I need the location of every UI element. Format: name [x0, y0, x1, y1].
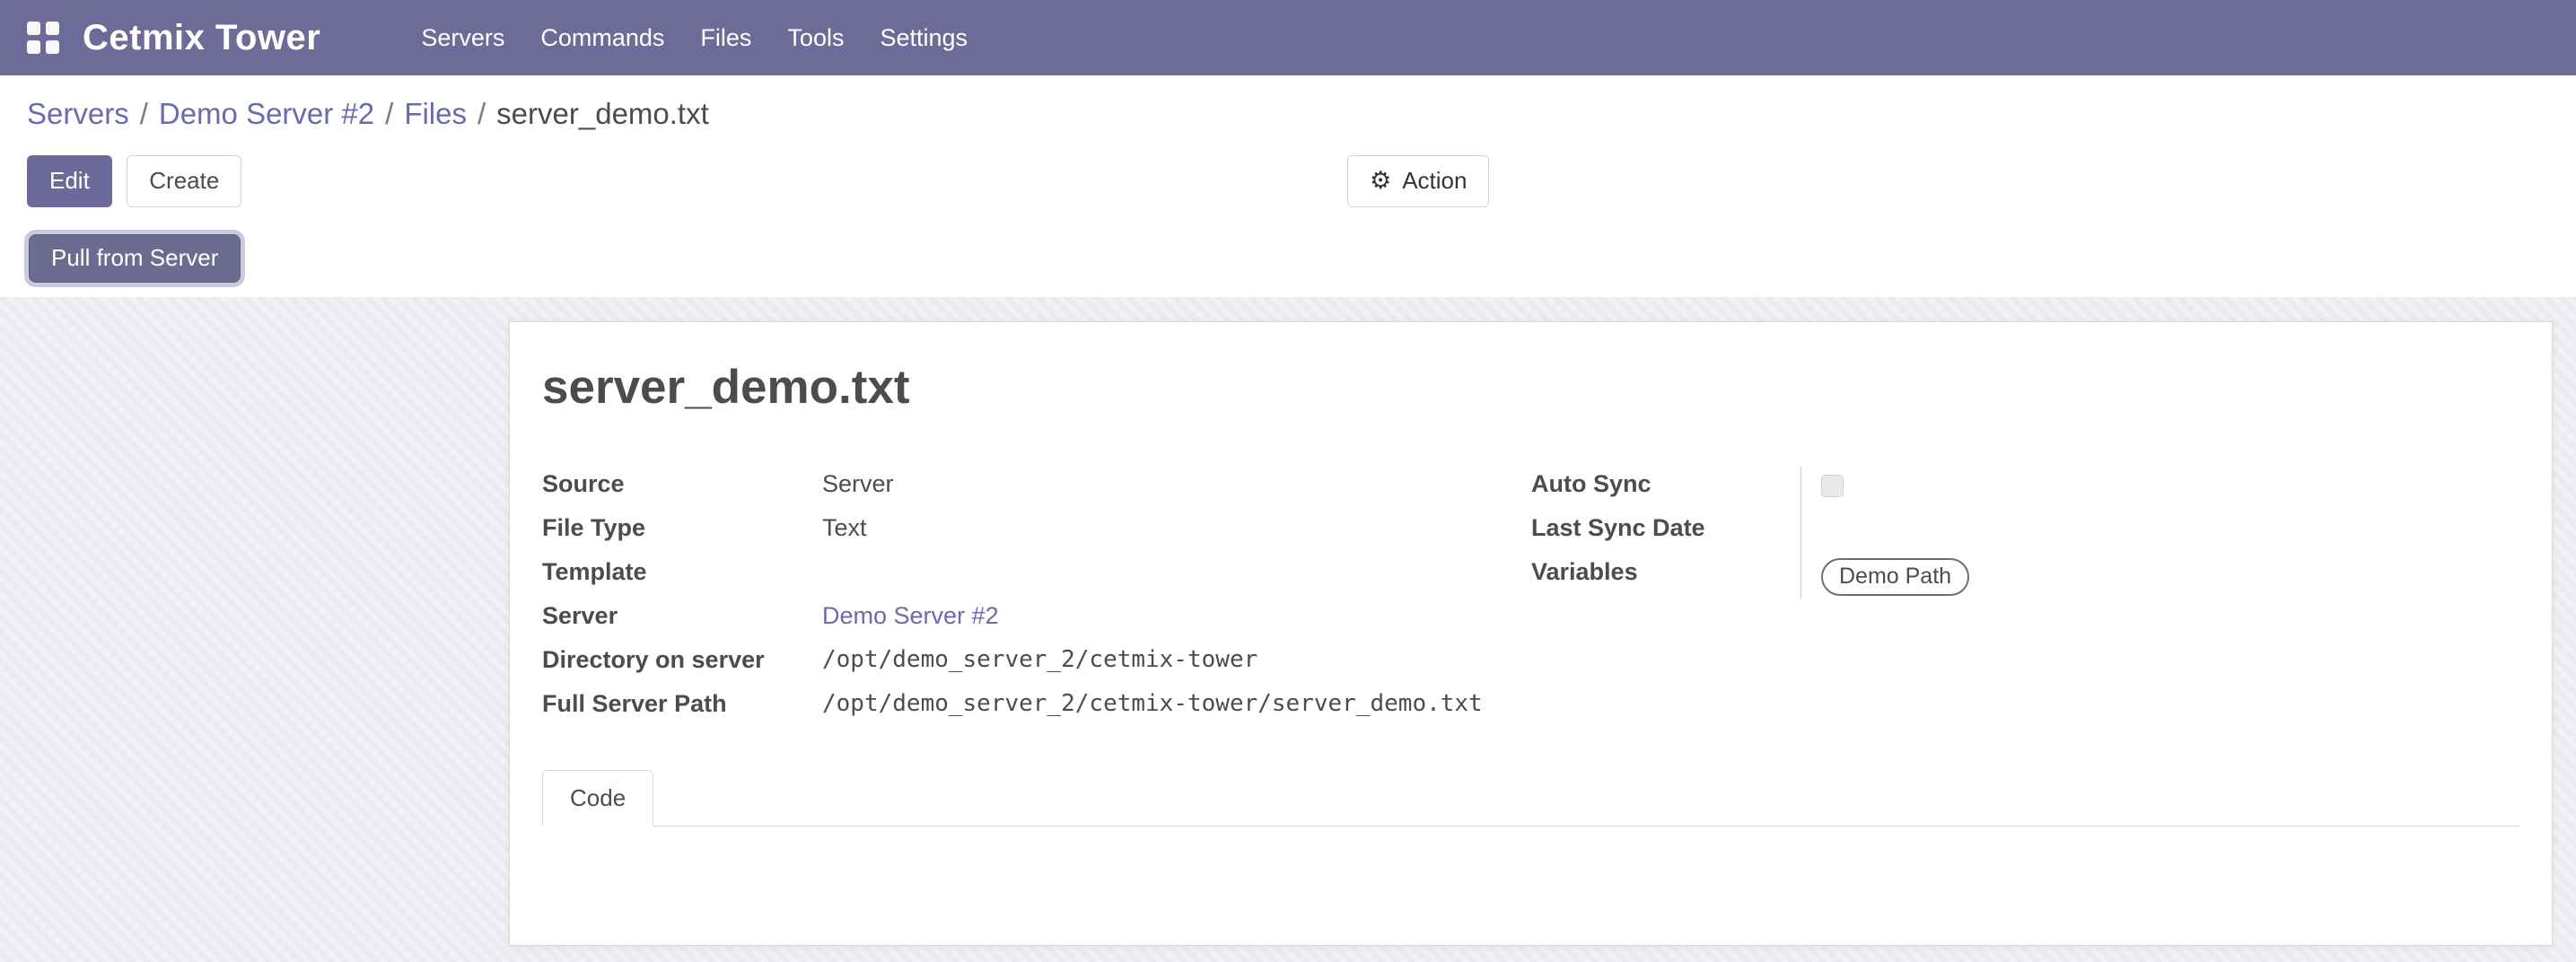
field-row-source: Source Server: [542, 467, 1531, 511]
field-value-directory: /opt/demo_server_2/cetmix-tower: [822, 643, 1531, 687]
control-panel: Servers/Demo Server #2/Files/server_demo…: [0, 75, 2576, 297]
create-button[interactable]: Create: [127, 155, 241, 207]
field-label: Last Sync Date: [1531, 511, 1801, 542]
breadcrumb-separator: /: [467, 97, 496, 130]
field-group-right: Auto Sync Last Sync Date Variables Demo …: [1531, 467, 2519, 730]
gear-icon: ⚙: [1370, 167, 1391, 195]
field-row-full-path: Full Server Path /opt/demo_server_2/cetm…: [542, 687, 1531, 730]
apps-grid-square: [27, 40, 40, 54]
pull-row: Pull from Server: [0, 234, 2576, 284]
notebook-tabs: Code: [542, 770, 2519, 826]
top-navbar: Cetmix Tower Servers Commands Files Tool…: [0, 0, 2576, 75]
field-groups: Source Server File Type Text Template Se…: [542, 467, 2519, 730]
field-label: Auto Sync: [1531, 467, 1801, 498]
breadcrumb-files[interactable]: Files: [404, 97, 467, 130]
server-link[interactable]: Demo Server #2: [822, 602, 999, 629]
field-value-auto-sync: [1801, 467, 2519, 511]
breadcrumb: Servers/Demo Server #2/Files/server_demo…: [0, 95, 2576, 134]
tab-code[interactable]: Code: [542, 770, 653, 826]
apps-grid-square: [27, 22, 40, 35]
field-label: Directory on server: [542, 643, 822, 674]
tab-code-label: Code: [570, 784, 626, 811]
screen: Cetmix Tower Servers Commands Files Tool…: [0, 0, 2576, 962]
field-label: File Type: [542, 511, 822, 542]
breadcrumb-demo-server[interactable]: Demo Server #2: [159, 97, 374, 130]
record-title: server_demo.txt: [542, 360, 2519, 415]
nav-item-commands[interactable]: Commands: [522, 6, 682, 70]
field-value-last-sync-date: [1801, 511, 2519, 555]
field-value-source: Server: [822, 467, 1531, 511]
breadcrumb-servers[interactable]: Servers: [27, 97, 129, 130]
pull-from-server-button[interactable]: Pull from Server: [29, 234, 241, 283]
field-row-template: Template: [542, 555, 1531, 599]
field-label: Source: [542, 467, 822, 498]
nav-item-tools[interactable]: Tools: [769, 6, 862, 70]
field-value-variables: Demo Path: [1801, 555, 2519, 599]
field-row-directory: Directory on server /opt/demo_server_2/c…: [542, 643, 1531, 687]
nav-item-settings[interactable]: Settings: [862, 6, 986, 70]
nav-item-files[interactable]: Files: [682, 6, 769, 70]
field-label: Variables: [1531, 555, 1801, 586]
form-view-background: server_demo.txt Source Server File Type …: [0, 297, 2576, 962]
breadcrumb-separator: /: [129, 97, 159, 130]
action-menu-label: Action: [1402, 167, 1467, 195]
action-menu-button[interactable]: ⚙ Action: [1347, 155, 1489, 207]
field-row-variables: Variables Demo Path: [1531, 555, 2519, 599]
field-label: Full Server Path: [542, 687, 822, 718]
field-label: Server: [542, 599, 822, 630]
field-row-auto-sync: Auto Sync: [1531, 467, 2519, 511]
breadcrumb-current: server_demo.txt: [496, 97, 709, 130]
field-row-server: Server Demo Server #2: [542, 599, 1531, 643]
field-value-full-path: /opt/demo_server_2/cetmix-tower/server_d…: [822, 687, 1531, 730]
field-row-last-sync-date: Last Sync Date: [1531, 511, 2519, 555]
field-row-file-type: File Type Text: [542, 511, 1531, 555]
edit-button[interactable]: Edit: [27, 155, 112, 207]
field-label: Template: [542, 555, 822, 586]
field-group-left: Source Server File Type Text Template Se…: [542, 467, 1531, 730]
main-menu: Servers Commands Files Tools Settings: [403, 6, 986, 70]
tab-code-content: [542, 826, 2519, 946]
app-brand[interactable]: Cetmix Tower: [83, 18, 320, 58]
apps-grid-square: [46, 22, 59, 35]
auto-sync-checkbox[interactable]: [1821, 475, 1844, 497]
field-value-template: [822, 555, 1531, 599]
apps-grid-square: [46, 40, 59, 54]
breadcrumb-separator: /: [374, 97, 404, 130]
nav-item-servers[interactable]: Servers: [403, 6, 522, 70]
field-value-file-type: Text: [822, 511, 1531, 555]
button-row: Edit Create ⚙ Action: [0, 155, 2576, 207]
field-value-server: Demo Server #2: [822, 599, 1531, 643]
apps-grid-icon[interactable]: [27, 22, 59, 54]
form-sheet: server_demo.txt Source Server File Type …: [509, 321, 2553, 946]
variable-tag-demo-path[interactable]: Demo Path: [1821, 558, 1969, 597]
